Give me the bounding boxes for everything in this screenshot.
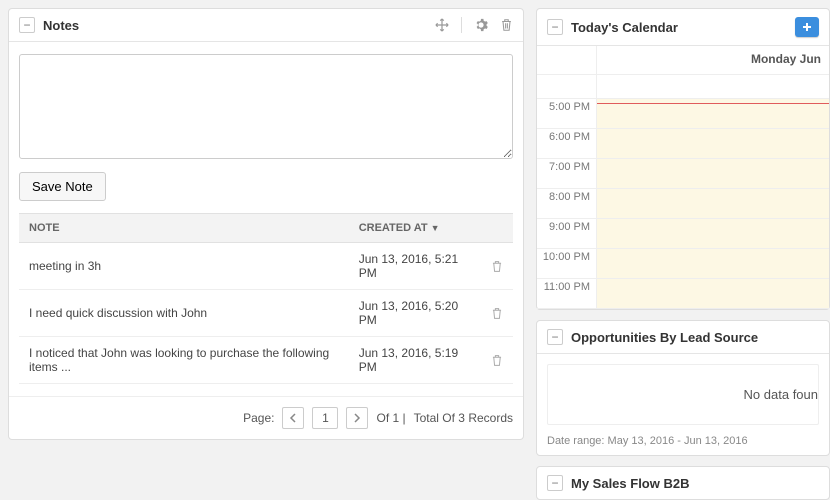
move-icon[interactable] [435,18,449,32]
hour-label: 6:00 PM [537,129,597,158]
notes-panel: − Notes [8,8,524,440]
add-event-button[interactable] [795,17,819,37]
panel-title: Today's Calendar [571,20,795,35]
time-slot[interactable] [597,249,829,278]
row-delete-icon[interactable] [481,337,513,384]
table-row[interactable]: meeting in 3h Jun 13, 2016, 5:21 PM [19,243,513,290]
time-slot[interactable] [597,189,829,218]
hour-label: 7:00 PM [537,159,597,188]
date-range: Date range: May 13, 2016 - Jun 13, 2016 [537,435,829,455]
row-delete-icon[interactable] [481,243,513,290]
table-row[interactable]: I need quick discussion with John Jun 13… [19,290,513,337]
note-created: Jun 13, 2016, 5:21 PM [349,243,481,290]
panel-title: Notes [43,18,435,33]
calendar-grid[interactable]: 5:00 PM6:00 PM7:00 PM8:00 PM9:00 PM10:00… [537,99,829,309]
next-page-button[interactable] [346,407,368,429]
panel-title: Opportunities By Lead Source [571,330,819,345]
time-slot[interactable] [597,219,829,248]
note-created: Jun 13, 2016, 5:20 PM [349,290,481,337]
collapse-icon[interactable]: − [547,329,563,345]
pager-label: Page: [243,411,274,425]
calendar-panel: − Today's Calendar Monday Jun 5:00 PM6:0… [536,8,830,310]
pager-of: Of 1 | [376,411,405,425]
now-indicator [597,103,829,104]
collapse-icon[interactable]: − [19,17,35,33]
gear-icon[interactable] [474,18,488,32]
hour-label: 11:00 PM [537,279,597,308]
time-slot[interactable] [597,279,829,308]
sales-flow-panel: − My Sales Flow B2B [536,466,830,500]
col-note[interactable]: NOTE [19,214,349,243]
sort-desc-icon: ▼ [431,223,440,233]
no-data-message: No data foun [547,364,819,425]
save-note-button[interactable]: Save Note [19,172,106,201]
day-header: Monday Jun [597,46,829,74]
hour-label: 10:00 PM [537,249,597,278]
notes-table: NOTE CREATED AT ▼ meeting in 3h Jun 13, … [19,213,513,384]
row-delete-icon[interactable] [481,290,513,337]
time-slot[interactable] [597,129,829,158]
hour-label: 8:00 PM [537,189,597,218]
page-number[interactable]: 1 [312,407,338,429]
time-slot[interactable] [597,159,829,188]
note-textarea[interactable] [19,54,513,159]
table-row[interactable]: I noticed that John was looking to purch… [19,337,513,384]
note-created: Jun 13, 2016, 5:19 PM [349,337,481,384]
hour-label: 5:00 PM [537,99,597,128]
prev-page-button[interactable] [282,407,304,429]
hour-label: 9:00 PM [537,219,597,248]
note-text: I need quick discussion with John [19,290,349,337]
note-text: I noticed that John was looking to purch… [19,337,349,384]
collapse-icon[interactable]: − [547,19,563,35]
note-text: meeting in 3h [19,243,349,290]
col-created-at[interactable]: CREATED AT ▼ [349,214,481,243]
panel-title: My Sales Flow B2B [571,476,819,491]
opportunities-panel: − Opportunities By Lead Source No data f… [536,320,830,456]
trash-icon[interactable] [500,18,513,32]
collapse-icon[interactable]: − [547,475,563,491]
pager-total: Total Of 3 Records [414,411,513,425]
